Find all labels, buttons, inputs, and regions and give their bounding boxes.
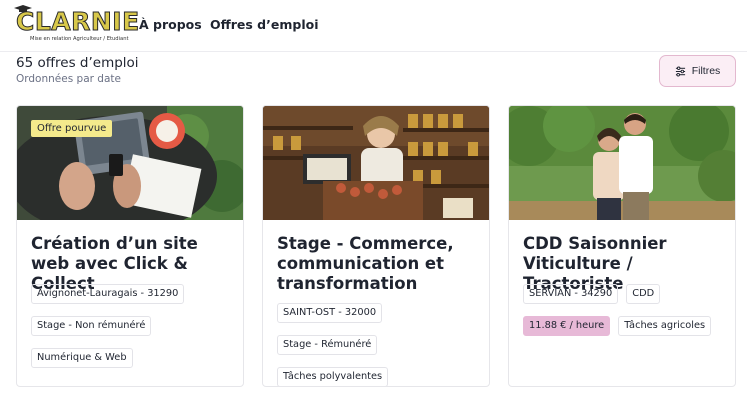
job-tags: Avignonet-Lauragais - 31290 Stage - Non … [31, 284, 236, 368]
nav-link-about[interactable]: À propos [139, 17, 202, 32]
job-card-image [509, 106, 735, 220]
category-tag: Numérique & Web [31, 348, 133, 368]
job-card-image [263, 106, 489, 220]
category-tag: Tâches agricoles [618, 316, 712, 336]
job-card[interactable]: Stage - Commerce, communication et trans… [262, 105, 490, 387]
contract-tag: Stage - Rémunéré [277, 335, 378, 355]
sliders-icon [675, 66, 685, 76]
pay-rate-tag: 11.88 € / heure [523, 316, 611, 336]
brand-logo[interactable]: CLARNIE Mise en relation Agriculteur / E… [14, 5, 140, 45]
sort-order-label: Ordonnées par date [16, 73, 121, 85]
filters-button-label: Filtres [691, 65, 721, 77]
job-tags: SERVIAN - 34290 CDD 11.88 € / heure Tâch… [523, 284, 728, 336]
brand-tagline: Mise en relation Agriculteur / Etudiant [30, 36, 129, 42]
nav-link-jobs[interactable]: Offres d’emploi [210, 17, 319, 32]
job-card[interactable]: Offre pourvue Création d’un site web ave… [16, 105, 244, 387]
filled-status-badge: Offre pourvue [31, 120, 113, 137]
contract-tag: CDD [626, 284, 661, 304]
results-count: 65 offres d’emploi [16, 55, 139, 71]
top-navbar: CLARNIE Mise en relation Agriculteur / E… [0, 0, 747, 52]
location-tag: SAINT-OST - 32000 [277, 303, 383, 323]
contract-tag: Stage - Non rémunéré [31, 316, 152, 336]
brand-name: CLARNIE [16, 7, 140, 37]
location-tag: Avignonet-Lauragais - 31290 [31, 284, 185, 304]
job-tags: SAINT-OST - 32000 Stage - Rémunéré Tâche… [277, 303, 482, 386]
location-tag: SERVIAN - 34290 [523, 284, 619, 304]
job-title[interactable]: Stage - Commerce, communication et trans… [277, 234, 482, 294]
job-card[interactable]: CDD Saisonnier Viticulture / Tractoriste… [508, 105, 736, 387]
filters-button[interactable]: Filtres [659, 55, 736, 87]
category-tag: Tâches polyvalentes [277, 367, 389, 386]
